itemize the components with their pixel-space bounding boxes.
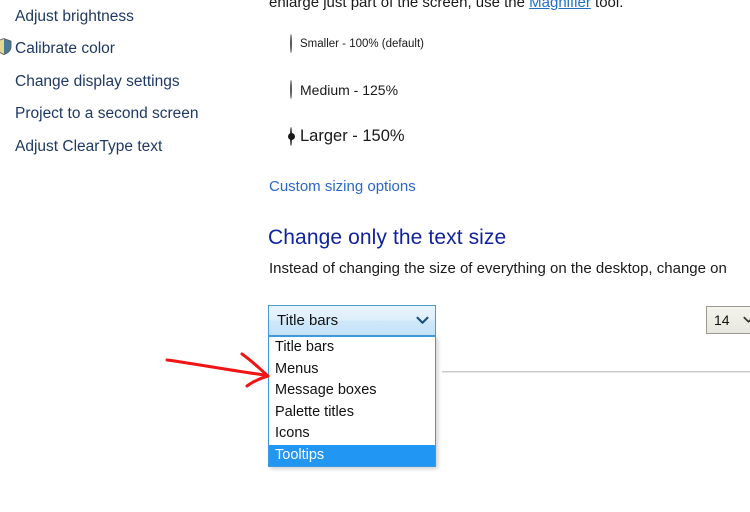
custom-sizing-options-link[interactable]: Custom sizing options (269, 178, 416, 195)
magnifier-hint-text-before: enlarge just part of the screen, use the (269, 0, 530, 11)
radio-label-larger: Larger - 150% (300, 127, 405, 145)
magnifier-hint-text: enlarge just part of the screen, use the… (269, 0, 623, 12)
magnifier-link[interactable]: Magnifier (529, 0, 591, 11)
radio-dot-larger-selected (290, 126, 292, 146)
section-description: Instead of changing the size of everythi… (269, 260, 727, 277)
font-size-combobox-value: 14 (714, 312, 730, 328)
uac-shield-icon (0, 38, 12, 55)
radio-larger-control[interactable] (290, 126, 292, 146)
sidebar-item-calibrate-color[interactable]: Calibrate color (15, 40, 115, 58)
item-type-combobox[interactable]: Title bars (268, 305, 436, 336)
chevron-down-icon[interactable] (737, 316, 750, 324)
sidebar-item-project-to-second-screen[interactable]: Project to a second screen (15, 105, 199, 123)
sidebar-item-adjust-brightness[interactable]: Adjust brightness (15, 8, 134, 26)
dropdown-option-tooltips[interactable]: Tooltips (269, 444, 435, 466)
item-type-combobox-value: Title bars (277, 312, 339, 329)
item-type-dropdown-list[interactable]: Title bars Menus Message boxes Palette t… (268, 336, 436, 467)
radio-smaller-control[interactable] (290, 34, 292, 53)
radio-option-smaller[interactable]: Smaller - 100% (default) (290, 34, 424, 53)
dropdown-option-title-bars[interactable]: Title bars (269, 337, 435, 359)
section-heading-change-text-size: Change only the text size (268, 226, 507, 249)
sidebar-item-adjust-cleartype-text[interactable]: Adjust ClearType text (15, 138, 162, 156)
radio-dot-medium (290, 80, 292, 99)
radio-option-larger[interactable]: Larger - 150% (290, 126, 405, 146)
sidebar-item-change-display-settings[interactable]: Change display settings (15, 73, 180, 91)
dropdown-option-message-boxes[interactable]: Message boxes (269, 380, 435, 402)
font-size-combobox[interactable]: 14 (706, 306, 750, 334)
dropdown-option-menus[interactable]: Menus (269, 359, 435, 381)
radio-dot-smaller (290, 34, 292, 53)
left-navigation-panel: Adjust brightness Calibrate color Change… (0, 0, 262, 512)
content-divider (442, 371, 750, 373)
dropdown-option-palette-titles[interactable]: Palette titles (269, 402, 435, 424)
radio-label-medium: Medium - 125% (300, 82, 399, 98)
radio-medium-control[interactable] (290, 80, 292, 99)
dropdown-option-icons[interactable]: Icons (269, 423, 435, 445)
radio-option-medium[interactable]: Medium - 125% (290, 80, 399, 99)
chevron-down-icon[interactable] (409, 316, 435, 325)
main-content-panel: enlarge just part of the screen, use the… (262, 0, 750, 512)
radio-label-smaller: Smaller - 100% (default) (300, 38, 424, 50)
magnifier-hint-text-after: tool. (590, 0, 624, 11)
